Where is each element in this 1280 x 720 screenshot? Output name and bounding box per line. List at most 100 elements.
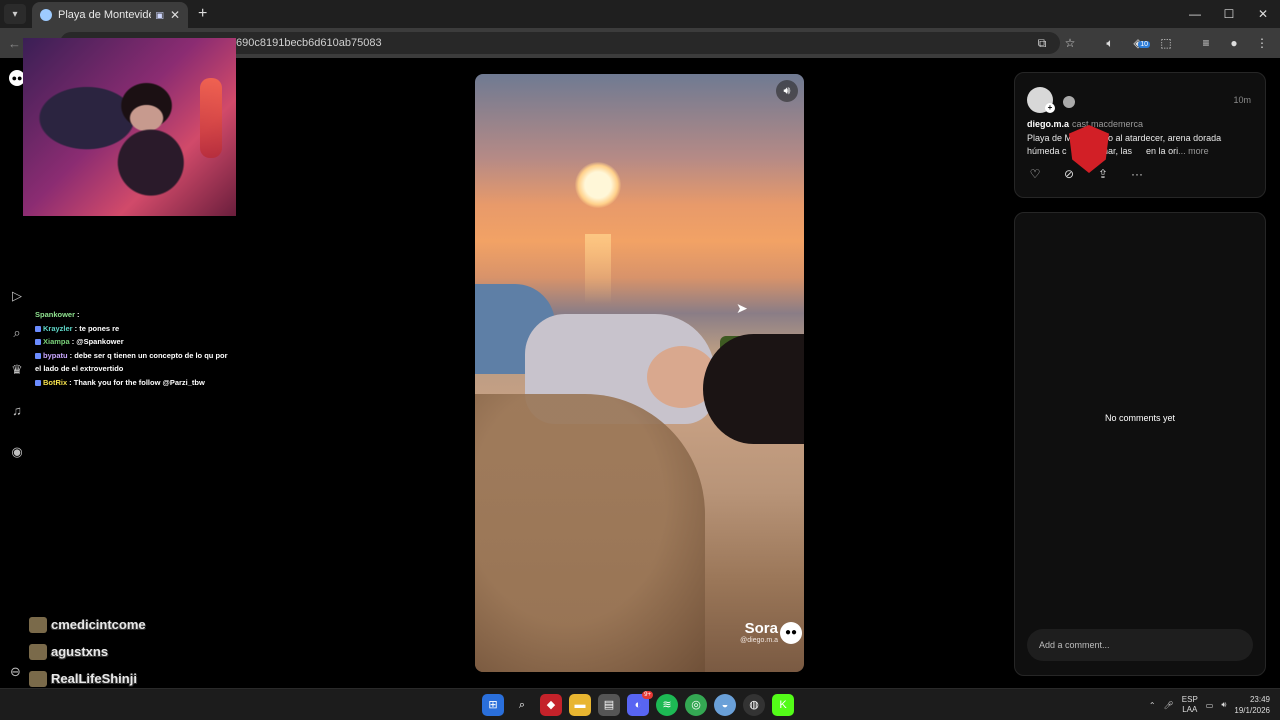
settings-icon[interactable]: ⊖ xyxy=(10,664,21,680)
more-options-icon[interactable]: ··· xyxy=(1129,167,1145,181)
post-actions: ♡ ⊘ ⇪ ··· xyxy=(1027,167,1145,181)
more-link[interactable]: ... more xyxy=(1178,146,1209,156)
watermark-handle: @diego.m.a xyxy=(740,637,778,644)
post-time: 10m xyxy=(1233,95,1251,105)
close-tab-icon[interactable]: ✕ xyxy=(170,8,180,22)
window-controls: — ☐ ✕ xyxy=(1178,0,1280,28)
toolbar-icons: ⧉ ☆ 🔈︎ ◈10 ⬚ ≡ ● ⋮ xyxy=(1030,28,1274,58)
follow-item: agustxns xyxy=(29,638,163,665)
author-name[interactable]: diego.m.a xyxy=(1027,119,1069,129)
recent-follows: cmedicintcome agustxns RealLifeShinji xyxy=(29,611,163,692)
obs-icon[interactable]: ◍ xyxy=(743,694,765,716)
back-arrow-icon[interactable]: ← xyxy=(8,36,24,51)
chat-badge-icon xyxy=(35,339,41,346)
video-player[interactable]: 🔊︎ Sora @diego.m.a ●● xyxy=(475,74,804,672)
msi-center-icon[interactable]: ◆ xyxy=(540,694,562,716)
chat-username[interactable]: Krayzler xyxy=(43,324,73,333)
post-card: + 10m diego.m.a cast macdemerca Playa de … xyxy=(1014,72,1266,198)
browser-menu-icon[interactable]: ⋮ xyxy=(1250,36,1274,50)
search-icon[interactable]: ⌕ xyxy=(9,325,25,341)
chat-username[interactable]: Xiampa xyxy=(43,337,70,346)
lang-layout: LAA xyxy=(1182,705,1198,714)
follower-name: RealLifeShinji xyxy=(51,671,137,686)
media-player-icon[interactable]: ▤ xyxy=(598,694,620,716)
tray-chevron-up-icon[interactable]: ⌃ xyxy=(1149,701,1156,710)
chat-message: Xiampa: @Spankower xyxy=(35,335,235,349)
tab-title: Playa de Montevideo al atar xyxy=(58,9,151,21)
comments-panel: No comments yet xyxy=(1014,212,1266,676)
volume-toggle-button[interactable]: 🔊︎ xyxy=(776,80,798,102)
sora-watermark: Sora @diego.m.a ●● xyxy=(740,620,802,644)
screen: ▾ Playa de Montevideo al atar ▣ ✕ + — ☐ … xyxy=(0,0,1280,720)
windows-taskbar: ⊞ ⌕ ◆ ▬ ▤ ◐ 9+ ≋ ◎ ◒ ◍ K ⌃ 🎤︎ ESP LAA ▭ 🔊… xyxy=(0,688,1280,720)
follow-plus-icon[interactable]: + xyxy=(1045,103,1055,113)
network-icon[interactable]: ▭ xyxy=(1206,701,1214,710)
new-tab-button[interactable]: + xyxy=(198,5,207,23)
install-app-icon[interactable]: ⧉ xyxy=(1030,36,1054,51)
sora-ghost-icon: ●● xyxy=(780,622,802,644)
chat-text: Thank you for the follow @Parzi_tbw xyxy=(73,377,205,387)
clock-date: 19/1/2026 xyxy=(1234,706,1270,715)
chat-message: Krayzler: te pones re xyxy=(35,322,235,336)
minimize-button[interactable]: — xyxy=(1178,0,1212,28)
tab-search-chevron-icon[interactable]: ▾ xyxy=(4,4,26,24)
maximize-button[interactable]: ☐ xyxy=(1212,0,1246,28)
cast-name[interactable]: cast macdemerca xyxy=(1072,119,1143,129)
cameo-icon[interactable] xyxy=(1063,96,1075,108)
clock-time: 23:49 xyxy=(1249,695,1270,704)
url-text: 690c8191becb6d610ab75083 xyxy=(236,37,382,49)
kick-icon[interactable]: K xyxy=(772,694,794,716)
comment-input[interactable] xyxy=(1027,629,1253,661)
chat-username[interactable]: Spankower xyxy=(35,310,75,319)
media-queue-icon[interactable]: ≡ xyxy=(1194,36,1218,50)
spotify-icon[interactable]: ≋ xyxy=(656,694,678,716)
msi-dragon-logo-icon xyxy=(1069,125,1109,173)
discord-icon[interactable]: ◐ 9+ xyxy=(627,691,653,716)
watermark-brand: Sora xyxy=(744,620,778,637)
profile-icon[interactable]: ◉ xyxy=(9,444,25,460)
extension-counter-icon[interactable]: ◈10 xyxy=(1126,36,1150,50)
notification-bell-icon[interactable]: ♫ xyxy=(9,403,25,419)
start-windows-icon[interactable]: ⊞ xyxy=(482,694,504,716)
like-heart-icon[interactable]: ♡ xyxy=(1027,167,1043,181)
file-explorer-icon[interactable]: ▬ xyxy=(569,694,591,716)
remix-icon[interactable]: ⊘ xyxy=(1061,167,1077,181)
trophy-icon[interactable]: ♛ xyxy=(9,362,25,378)
browser-tab-active[interactable]: Playa de Montevideo al atar ▣ ✕ xyxy=(32,2,188,28)
share-icon[interactable]: ⇪ xyxy=(1095,167,1111,181)
chat-username[interactable]: bypatu xyxy=(43,351,68,360)
follower-name: cmedicintcome xyxy=(51,617,146,632)
extensions-puzzle-icon[interactable]: ⬚ xyxy=(1154,36,1178,50)
picture-in-picture-icon[interactable]: ▣ xyxy=(155,10,164,21)
webcam-lamp xyxy=(200,78,222,158)
chat-username[interactable]: BotRix xyxy=(43,378,67,387)
chrome-icon[interactable]: ◎ xyxy=(685,694,707,716)
hair xyxy=(703,334,804,444)
microphone-icon[interactable]: 🎤︎ xyxy=(1164,701,1174,710)
media-volume-icon[interactable]: 🔈︎ xyxy=(1098,36,1122,51)
input-language[interactable]: ESP LAA xyxy=(1182,695,1198,715)
chat-text: te pones re xyxy=(79,323,120,333)
chat-badge-icon xyxy=(35,379,41,386)
play-icon[interactable]: ▷ xyxy=(9,288,25,304)
chat-badge-icon xyxy=(35,352,41,359)
follower-badge-icon xyxy=(29,616,47,633)
browser-tabbar: ▾ Playa de Montevideo al atar ▣ ✕ + — ☐ … xyxy=(0,0,1280,28)
desc-part-1: Playa de M xyxy=(1027,133,1073,143)
profile-avatar-icon[interactable]: ● xyxy=(1222,36,1246,50)
mouse-cursor-icon: ➤ xyxy=(736,300,748,316)
no-comments-text: No comments yet xyxy=(1104,413,1176,423)
chat-separator: : xyxy=(77,310,80,319)
chat-message: BotRix: Thank you for the follow @Parzi_… xyxy=(35,376,235,390)
browser-app-icon[interactable]: ◒ xyxy=(714,694,736,716)
chat-separator: : xyxy=(74,323,78,333)
sunset-sun xyxy=(575,162,621,208)
post-description: Playa de M o al atardecer, arena dorada h… xyxy=(1027,132,1251,158)
close-window-button[interactable]: ✕ xyxy=(1246,0,1280,28)
bookmark-star-icon[interactable]: ☆ xyxy=(1058,36,1082,50)
clock[interactable]: 23:49 19/1/2026 xyxy=(1234,694,1270,716)
speaker-icon[interactable]: 🔊︎ xyxy=(1221,700,1226,710)
taskbar-search-icon[interactable]: ⌕ xyxy=(511,694,533,716)
chat-badge-icon xyxy=(35,325,41,332)
chat-separator: : xyxy=(71,337,75,347)
